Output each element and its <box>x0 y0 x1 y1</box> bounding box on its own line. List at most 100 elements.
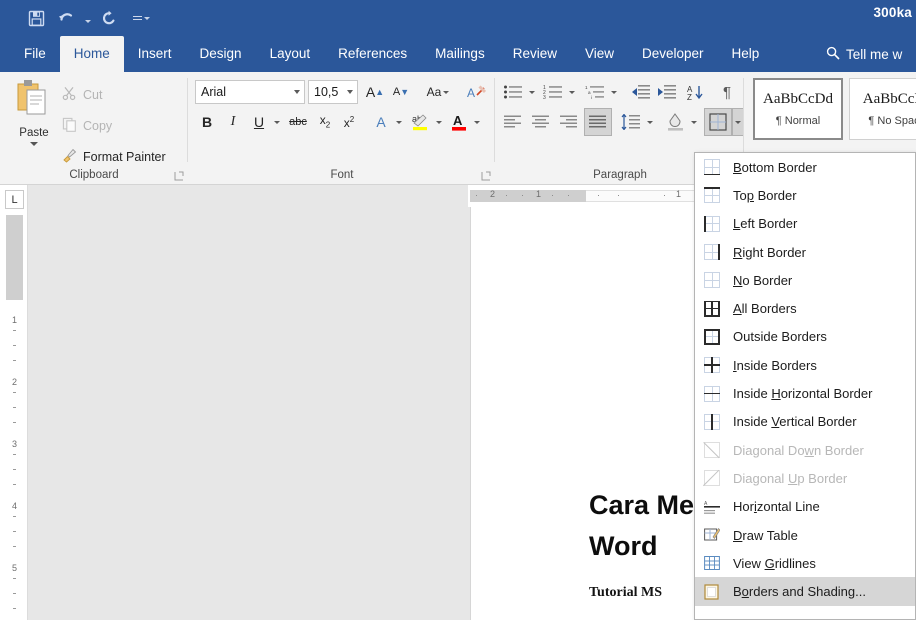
ribbon-tab-developer[interactable]: Developer <box>628 36 718 72</box>
shading-button[interactable] <box>662 110 688 134</box>
vertical-ruler-tick <box>13 531 16 532</box>
numbering-dropdown-arrow[interactable] <box>566 80 578 104</box>
chevron-down-icon[interactable] <box>294 90 300 94</box>
grow-font-button[interactable]: A ▲ <box>363 80 387 104</box>
font-name-combobox[interactable]: Arial <box>195 80 305 104</box>
menu-item-no-border[interactable]: No Border <box>695 266 915 294</box>
vertical-ruler-tick <box>13 608 16 609</box>
border-top-icon <box>701 185 723 205</box>
menu-item-bottom-border[interactable]: Bottom Border <box>695 153 915 181</box>
ribbon-group-font: Arial 10,5 A ▲ A ▼ Aa A B I U abc x2 x2 … <box>189 72 495 185</box>
paste-button[interactable]: Paste <box>9 78 59 156</box>
bullets-button[interactable] <box>500 80 526 104</box>
cut-button[interactable]: Cut <box>62 86 102 104</box>
text-highlight-color-button[interactable]: ab <box>407 110 433 134</box>
quick-access-toolbar <box>22 4 150 32</box>
show-formatting-marks-button[interactable]: ¶ <box>714 80 740 104</box>
copy-label: Copy <box>83 119 113 133</box>
borders-button[interactable] <box>704 108 732 136</box>
menu-item-inside-vertical-border[interactable]: Inside Vertical Border <box>695 408 915 436</box>
bullets-dropdown-arrow[interactable] <box>526 80 538 104</box>
change-case-button[interactable]: Aa <box>421 80 455 104</box>
border-diagonal-down-icon <box>701 440 723 460</box>
ribbon-tab-review[interactable]: Review <box>499 36 571 72</box>
menu-item-label: Diagonal Up Border <box>733 470 848 486</box>
horizontal-ruler-tick <box>568 195 569 196</box>
sort-button[interactable]: A Z <box>684 80 710 104</box>
clipboard-group-label: Clipboard <box>69 169 119 181</box>
ribbon-tab-references[interactable]: References <box>324 36 421 72</box>
menu-item-horizontal-line[interactable]: A Horizontal Line <box>695 493 915 521</box>
underline-dropdown-arrow[interactable] <box>271 110 283 134</box>
decrease-indent-button[interactable] <box>628 80 654 104</box>
shrink-font-button[interactable]: A ▼ <box>389 80 413 104</box>
font-color-button[interactable]: A <box>447 110 471 134</box>
vertical-ruler[interactable]: L 123456 <box>0 185 28 620</box>
paste-dropdown-arrow[interactable] <box>30 142 38 146</box>
menu-item-left-border[interactable]: Left Border <box>695 210 915 238</box>
line-spacing-button[interactable] <box>618 110 644 134</box>
bold-button[interactable]: B <box>195 110 219 134</box>
menu-item-top-border[interactable]: Top Border <box>695 181 915 209</box>
clipboard-dialog-launcher[interactable] <box>173 169 185 181</box>
style-normal[interactable]: AaBbCcDd ¶ Normal <box>753 78 843 140</box>
redo-button[interactable] <box>95 4 123 32</box>
horizontal-ruler-tick <box>476 195 477 196</box>
menu-item-view-gridlines[interactable]: View Gridlines <box>695 549 915 577</box>
format-painter-button[interactable]: Format Painter <box>62 148 166 166</box>
ribbon-tab-mailings[interactable]: Mailings <box>421 36 499 72</box>
ribbon-tab-design[interactable]: Design <box>186 36 256 72</box>
underline-button[interactable]: U <box>247 110 271 134</box>
line-spacing-dropdown-arrow[interactable] <box>644 110 656 134</box>
text-highlight-dropdown-arrow[interactable] <box>433 110 445 134</box>
superscript-button[interactable]: x2 <box>337 110 361 134</box>
menu-item-label: Left Border <box>733 216 798 232</box>
increase-indent-button[interactable] <box>654 80 680 104</box>
tell-me-search[interactable]: Tell me w <box>826 36 902 72</box>
align-right-button[interactable] <box>556 110 582 134</box>
menu-item-draw-table[interactable]: Draw Table <box>695 521 915 549</box>
numbering-button[interactable]: 1 2 3 <box>540 80 566 104</box>
chevron-down-icon[interactable] <box>347 90 353 94</box>
shading-dropdown-arrow[interactable] <box>688 110 700 134</box>
ribbon-tab-home[interactable]: Home <box>59 36 124 72</box>
ribbon-group-clipboard: Paste Cut Copy Format Painter Clipboard <box>0 72 188 185</box>
paste-icon <box>14 78 54 125</box>
undo-dropdown-arrow[interactable] <box>82 4 93 32</box>
font-size-combobox[interactable]: 10,5 <box>308 80 358 104</box>
ribbon-tab-help[interactable]: Help <box>718 36 774 72</box>
subscript-button[interactable]: x2 <box>313 110 337 134</box>
align-left-button[interactable] <box>500 110 526 134</box>
tab-stop-selector[interactable]: L <box>5 190 24 209</box>
menu-item-right-border[interactable]: Right Border <box>695 238 915 266</box>
ribbon-tab-layout[interactable]: Layout <box>256 36 325 72</box>
style-no-spacing[interactable]: AaBbCcD ¶ No Spac <box>849 78 916 140</box>
font-color-dropdown-arrow[interactable] <box>471 110 483 134</box>
menu-item-inside-borders[interactable]: Inside Borders <box>695 351 915 379</box>
align-center-button[interactable] <box>528 110 554 134</box>
menu-item-borders-and-shading[interactable]: Borders and Shading... <box>695 577 915 606</box>
ribbon-tab-view[interactable]: View <box>571 36 628 72</box>
strikethrough-button[interactable]: abc <box>285 110 311 134</box>
text-effects-dropdown-arrow[interactable] <box>393 110 405 134</box>
menu-item-outside-borders[interactable]: Outside Borders <box>695 323 915 351</box>
text-effects-button[interactable]: A <box>369 110 393 134</box>
menu-item-inside-horizontal-border[interactable]: Inside Horizontal Border <box>695 379 915 407</box>
copy-button[interactable]: Copy <box>62 117 112 135</box>
italic-button[interactable]: I <box>221 110 245 134</box>
vertical-ruler-tick <box>13 392 16 393</box>
font-dialog-launcher[interactable] <box>480 169 492 181</box>
multilevel-list-dropdown-arrow[interactable] <box>608 80 620 104</box>
save-button[interactable] <box>22 4 50 32</box>
ribbon-tab-insert[interactable]: Insert <box>124 36 186 72</box>
vertical-ruler-tick <box>13 360 16 361</box>
justify-button[interactable] <box>584 108 612 136</box>
menu-item-all-borders[interactable]: All Borders <box>695 294 915 322</box>
border-none-icon <box>701 270 723 290</box>
ribbon-tab-file[interactable]: File <box>10 36 60 72</box>
customize-quick-access-toolbar-button[interactable] <box>133 16 150 20</box>
clear-formatting-button[interactable]: A <box>463 80 489 104</box>
multilevel-list-button[interactable]: 1 a i <box>582 80 608 104</box>
undo-button[interactable] <box>52 4 80 32</box>
vertical-ruler-tick <box>13 484 16 485</box>
